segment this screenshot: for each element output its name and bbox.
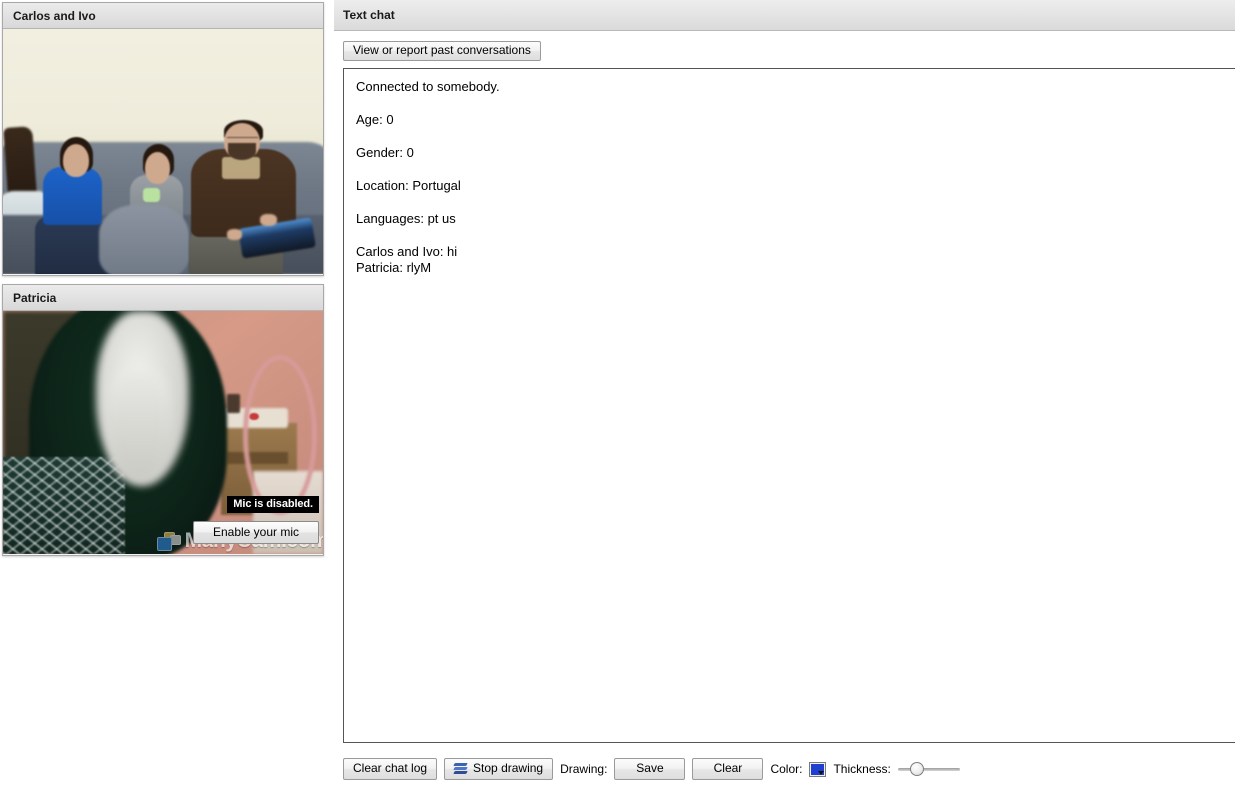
view-past-conversations-button[interactable]: View or report past conversations <box>343 41 541 61</box>
blurred-face-core <box>108 369 170 482</box>
text-chat-panel: Text chat View or report past conversati… <box>334 0 1235 788</box>
text-chat-header: Text chat <box>334 0 1235 31</box>
chat-toolbar: Clear chat log Stop drawing Drawing: Sav… <box>343 757 960 781</box>
mic-disabled-tooltip: Mic is disabled. <box>227 496 319 513</box>
drawing-label: Drawing: <box>560 762 608 776</box>
video-panel-local: Patricia Mic is disabled. Enable your mi… <box>2 284 324 556</box>
chat-log-line: Gender: 0 <box>356 145 414 160</box>
stop-drawing-label: Stop drawing <box>473 761 544 775</box>
chat-log[interactable]: Connected to somebody. Age: 0 Gender: 0 … <box>343 68 1235 743</box>
thickness-slider[interactable] <box>897 761 960 777</box>
color-picker-swatch[interactable] <box>809 761 827 777</box>
person-face <box>145 152 171 184</box>
layers-icon <box>453 763 468 774</box>
person-lace-top <box>3 456 125 554</box>
person-adult-right <box>188 119 317 274</box>
video-stage-remote[interactable] <box>3 29 323 274</box>
color-label: Color: <box>770 762 803 776</box>
chat-log-line: Age: 0 <box>356 112 394 127</box>
chat-log-line: Location: Portugal <box>356 178 461 193</box>
webcam-image-remote <box>3 29 323 274</box>
chat-log-message: Patricia: rlyM <box>356 260 432 275</box>
video-panel-remote: Carlos and Ivo <box>2 2 324 276</box>
slider-track <box>897 768 960 771</box>
webcam-image-local <box>3 311 323 554</box>
person-hand <box>226 229 243 241</box>
chat-log-message: Carlos and Ivo: hi <box>356 244 458 259</box>
video-stage-local[interactable]: ManyCam.com Mic is disabled. Enable your… <box>3 311 323 554</box>
save-drawing-button[interactable]: Save <box>614 758 686 780</box>
chevron-down-icon <box>818 770 825 775</box>
stop-drawing-button[interactable]: Stop drawing <box>444 758 554 780</box>
video-panel-title-local: Patricia <box>3 285 323 311</box>
person-hand <box>260 213 277 227</box>
hoop-frame <box>242 354 317 516</box>
video-panel-title-remote: Carlos and Ivo <box>3 3 323 29</box>
shirt-collar <box>221 157 261 180</box>
clear-drawing-button[interactable]: Clear <box>692 758 764 780</box>
person-face <box>62 143 89 177</box>
enable-mic-button[interactable]: Enable your mic <box>193 521 319 544</box>
clear-chat-log-button[interactable]: Clear chat log <box>343 758 438 780</box>
shirt-print <box>143 187 161 203</box>
chat-log-line: Languages: pt us <box>356 211 456 226</box>
chat-log-line: Connected to somebody. <box>356 79 500 94</box>
slider-thumb[interactable] <box>909 762 924 776</box>
couch-cushion <box>99 205 189 274</box>
thickness-label: Thickness: <box>833 762 891 776</box>
video-column: Carlos and Ivo Patricia Mic is disabled.… <box>0 0 330 788</box>
nightstand-bottle <box>227 393 240 414</box>
